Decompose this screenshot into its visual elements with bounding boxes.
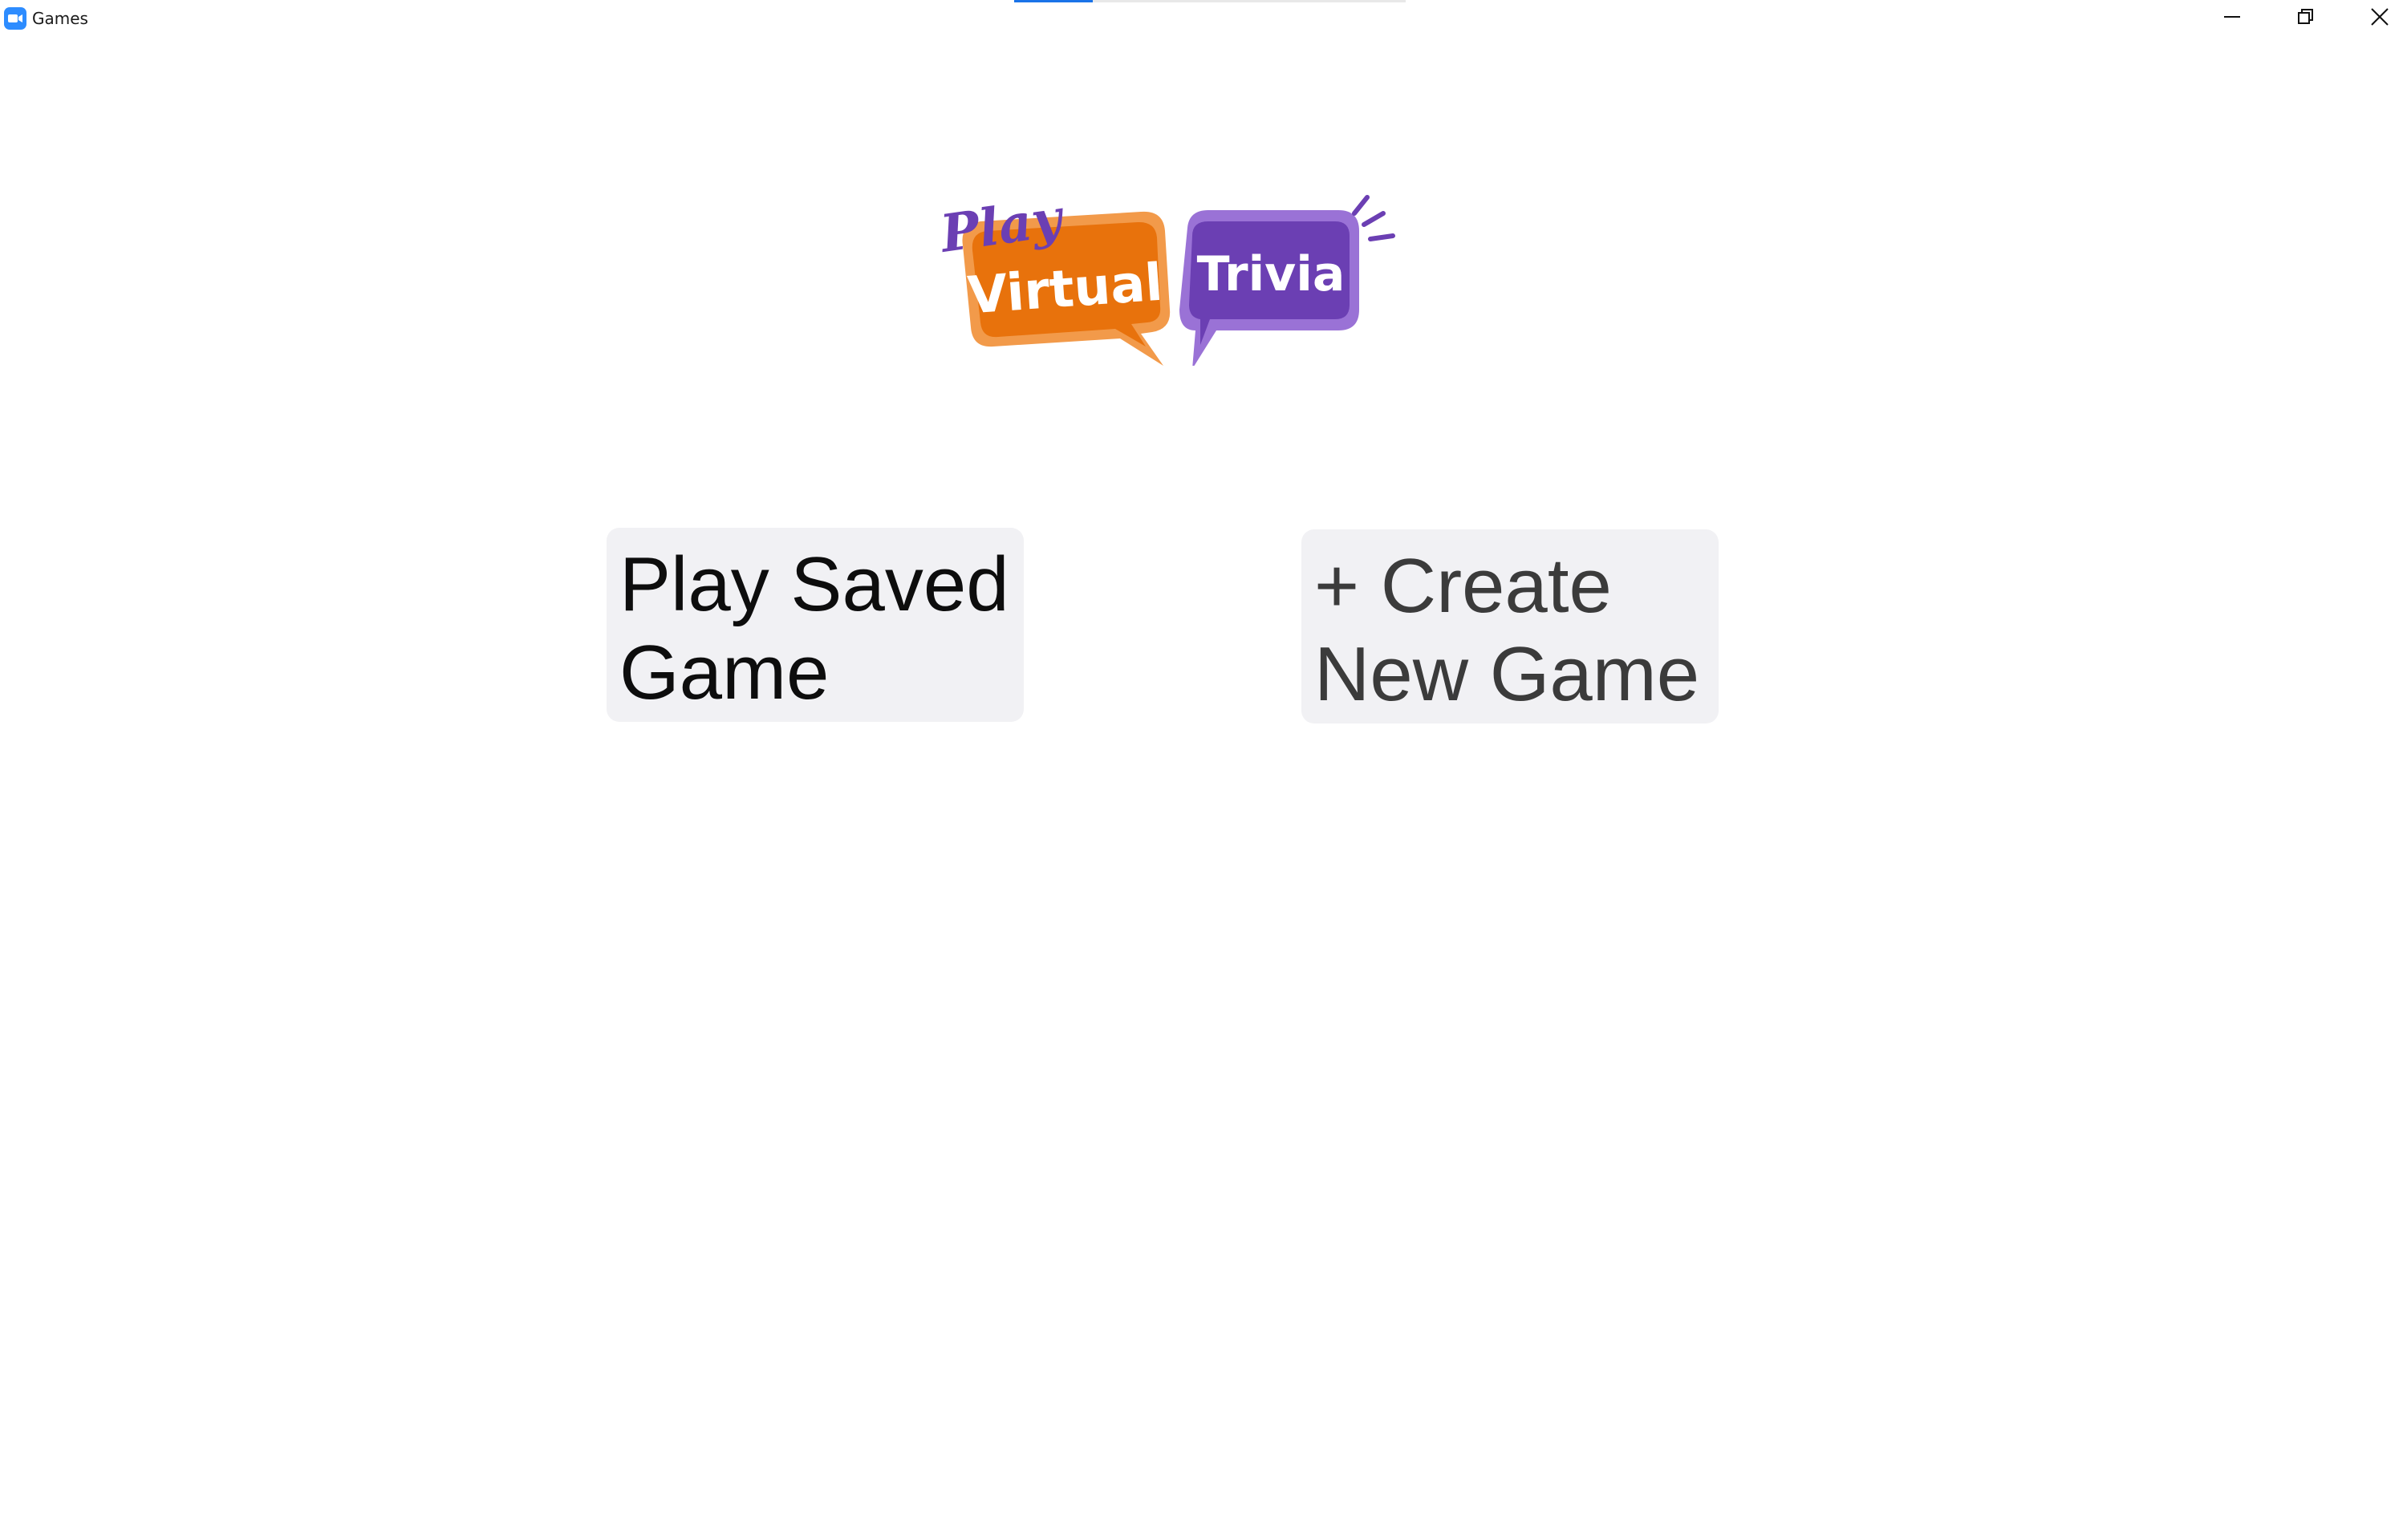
logo-word-trivia: Trivia xyxy=(1197,246,1346,302)
restore-button[interactable] xyxy=(2269,0,2343,34)
loading-progress-bar xyxy=(1014,0,1406,2)
create-new-game-label-line1: + Create xyxy=(1314,543,1612,629)
excitement-dashes xyxy=(1352,195,1395,241)
play-saved-game-button[interactable]: Play Saved Game xyxy=(607,528,1024,722)
restore-icon xyxy=(2298,9,2313,24)
zoom-camera-icon xyxy=(4,7,26,30)
window-title: Games xyxy=(32,9,88,28)
title-bar[interactable]: Games xyxy=(0,0,2407,37)
play-saved-game-label-line1: Play Saved xyxy=(619,541,1009,627)
minimize-button[interactable] xyxy=(2195,0,2269,34)
create-new-game-label-line2: New Game xyxy=(1314,631,1700,717)
loading-progress-fill xyxy=(1014,0,1093,2)
play-virtual-trivia-logo: Virtual Trivia Play xyxy=(936,189,1395,366)
games-window: Games Virtual Trivia Play Play Saved Gam… xyxy=(0,0,2407,1540)
purple-speech-bubble: Trivia xyxy=(1179,210,1359,366)
create-new-game-button[interactable]: + Create New Game xyxy=(1301,529,1719,723)
play-saved-game-label-line2: Game xyxy=(619,630,830,715)
close-icon xyxy=(2371,8,2389,26)
close-button[interactable] xyxy=(2343,0,2407,34)
minimize-icon xyxy=(2224,16,2240,18)
